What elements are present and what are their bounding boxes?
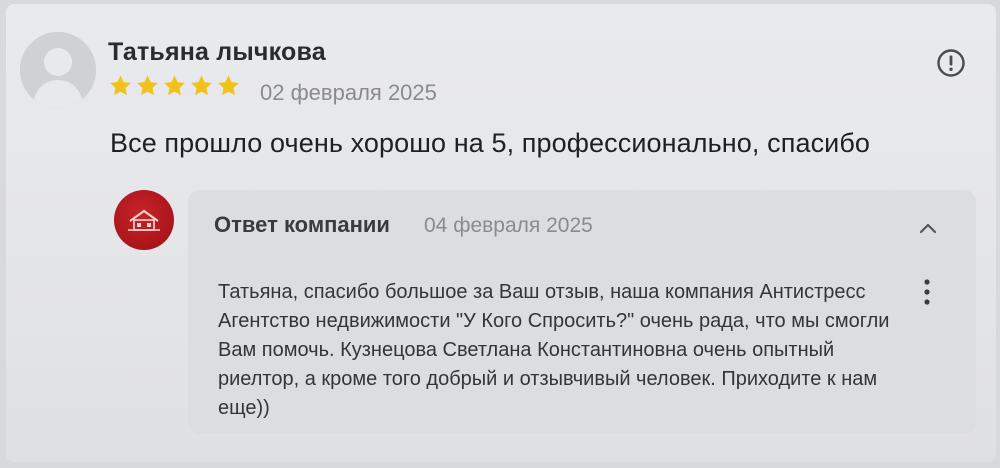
vertical-dots-icon[interactable] (920, 278, 934, 308)
reply-text: Татьяна, спасибо большое за Ваш отзыв, н… (218, 281, 890, 419)
review-date: 02 февраля 2025 (260, 80, 437, 105)
reply-label: Ответ компании (214, 212, 390, 237)
star-icon (216, 74, 241, 98)
review-author-name[interactable]: Татьяна лычкова (108, 38, 326, 67)
chevron-up-icon[interactable] (916, 218, 940, 238)
star-icon (108, 74, 133, 98)
star-icon (162, 74, 187, 98)
review-card: Татьяна лычкова 02 февраля 2025 Все прош… (6, 4, 996, 462)
star-icon (189, 74, 214, 98)
company-reply-box: Ответ компании 04 февраля 2025 Татьяна, … (188, 190, 976, 434)
reply-date: 04 февраля 2025 (424, 214, 593, 237)
user-avatar-icon[interactable] (20, 32, 96, 108)
rating-stars (108, 74, 241, 98)
review-text: Все прошло очень хорошо на 5, профессион… (110, 128, 871, 158)
exclamation-circle-icon[interactable] (936, 48, 966, 78)
star-icon (135, 74, 160, 98)
house-logo-icon[interactable] (114, 190, 174, 250)
